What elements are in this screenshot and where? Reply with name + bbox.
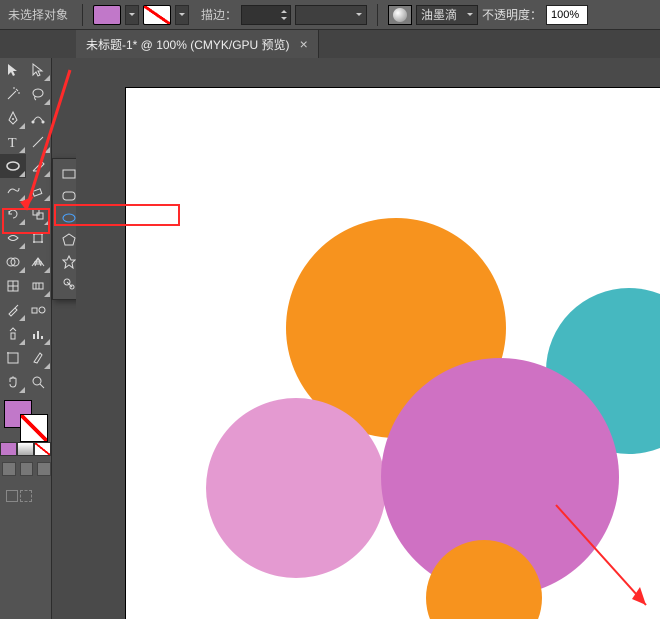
stroke-width-stepper[interactable] [278, 5, 290, 25]
direct-selection-tool[interactable] [26, 58, 52, 82]
hand-tool[interactable] [0, 370, 26, 394]
screen-mode-full[interactable] [20, 462, 34, 476]
brush-preset[interactable] [388, 5, 412, 25]
mesh-tool[interactable] [0, 274, 26, 298]
opacity-label: 不透明度： [482, 6, 542, 23]
pen-tool[interactable] [0, 106, 26, 130]
zoom-tool[interactable] [26, 370, 52, 394]
column-graph-tool[interactable] [26, 322, 52, 346]
color-mode-row [0, 442, 51, 456]
edit-mode-row [6, 490, 51, 502]
gradient-tool[interactable] [26, 274, 52, 298]
close-icon[interactable]: × [300, 36, 308, 52]
artboard-tool[interactable] [0, 346, 26, 370]
ellipse-icon [61, 210, 77, 226]
color-mode-solid[interactable] [0, 442, 17, 456]
rect-icon [61, 166, 77, 182]
polygon-icon [61, 232, 77, 248]
rotate-tool[interactable] [0, 202, 26, 226]
star-icon [61, 254, 77, 270]
line-segment-tool[interactable] [26, 130, 52, 154]
document-title: 未标题-1* @ 100% (CMYK/GPU 预览) [86, 36, 290, 53]
document-tab-strip: 未标题-1* @ 100% (CMYK/GPU 预览) × [0, 30, 660, 58]
shape-circle-pink[interactable] [206, 398, 386, 578]
perspective-grid-tool[interactable] [26, 250, 52, 274]
color-mode-gradient[interactable] [17, 442, 34, 456]
divider [82, 4, 83, 26]
scale-tool[interactable] [26, 202, 52, 226]
shape-builder-tool[interactable] [0, 250, 26, 274]
selection-tool[interactable] [0, 58, 26, 82]
magic-wand-tool[interactable] [0, 82, 26, 106]
width-tool[interactable] [0, 226, 26, 250]
stroke-color[interactable] [20, 414, 48, 442]
round-rect-icon [61, 188, 77, 204]
fill-dropdown[interactable] [125, 5, 139, 25]
shaper-tool[interactable] [0, 178, 26, 202]
blend-mode-select[interactable]: 油墨滴 [416, 5, 478, 25]
screen-mode-present[interactable] [37, 462, 51, 476]
stroke-style-dropdown[interactable] [295, 5, 367, 25]
stroke-dropdown[interactable] [175, 5, 189, 25]
lasso-tool[interactable] [26, 82, 52, 106]
curvature-tool[interactable] [26, 106, 52, 130]
screen-mode-normal[interactable] [2, 462, 16, 476]
stroke-label: 描边： [201, 6, 237, 23]
stroke-swatch[interactable] [143, 5, 171, 25]
stroke-width-input[interactable] [241, 5, 291, 25]
droplet-icon [393, 8, 407, 22]
paintbrush-tool[interactable] [26, 154, 52, 178]
fill-stroke-swatches[interactable] [0, 398, 52, 442]
type-tool[interactable]: T [0, 130, 26, 154]
color-mode-none[interactable] [34, 442, 51, 456]
svg-text:T: T [8, 136, 17, 150]
opacity-value: 100% [551, 9, 579, 21]
document-tab[interactable]: 未标题-1* @ 100% (CMYK/GPU 预览) × [76, 30, 319, 58]
toolbar: T [0, 58, 52, 619]
divider [377, 4, 378, 26]
chevron-down-icon [467, 13, 473, 19]
blend-mode-value: 油墨滴 [421, 6, 457, 23]
draw-normal-icon[interactable] [6, 490, 18, 502]
ellipse-tool[interactable] [0, 154, 26, 178]
opacity-input[interactable]: 100% [546, 5, 588, 25]
slice-tool[interactable] [26, 346, 52, 370]
eraser-tool[interactable] [26, 178, 52, 202]
blend-tool[interactable] [26, 298, 52, 322]
draw-behind-icon[interactable] [20, 490, 32, 502]
free-transform-tool[interactable] [26, 226, 52, 250]
screen-mode-row [0, 462, 51, 482]
workspace[interactable] [76, 58, 660, 619]
options-bar: 未选择对象 描边： 油墨滴 不透明度： 100% [0, 0, 660, 30]
fill-swatch[interactable] [93, 5, 121, 25]
flare-icon [61, 276, 77, 292]
symbol-sprayer-tool[interactable] [0, 322, 26, 346]
eyedropper-tool[interactable] [0, 298, 26, 322]
selection-status: 未选择对象 [6, 6, 72, 23]
